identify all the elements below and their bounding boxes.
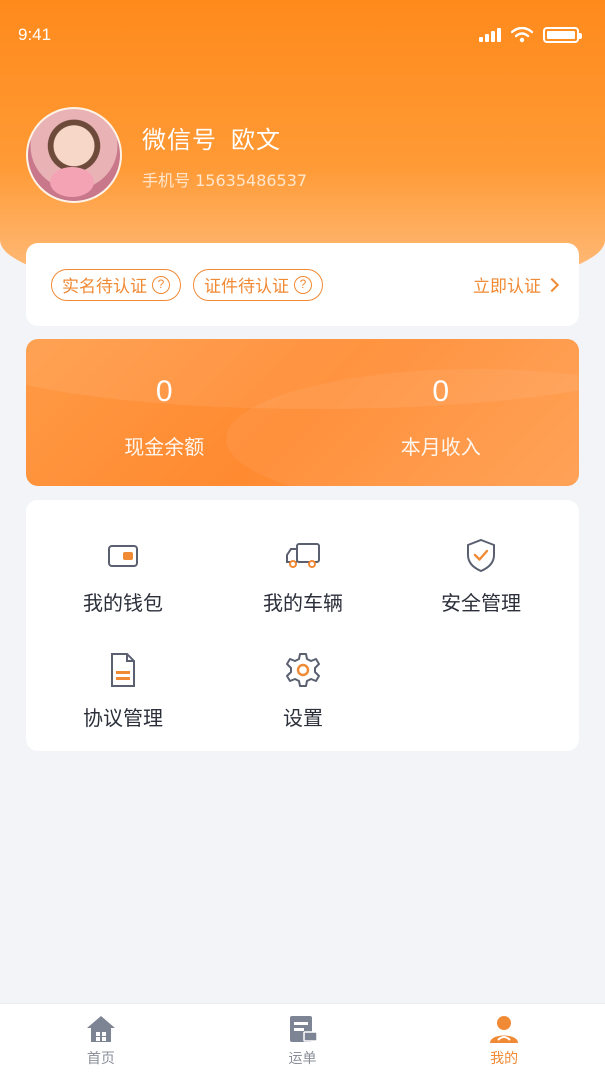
menu-label: 安全管理	[441, 591, 521, 615]
shield-icon	[467, 538, 495, 573]
tab-waybill[interactable]: 运单	[202, 1004, 404, 1078]
menu-label: 我的钱包	[83, 591, 163, 615]
avatar[interactable]	[26, 107, 122, 203]
menu-label: 设置	[283, 706, 323, 730]
monthly-income-label: 本月收入	[400, 435, 481, 459]
tab-label: 运单	[288, 1051, 317, 1067]
profile-text: 微信号 欧文 手机号 15635486537	[142, 120, 307, 191]
verify-now-label: 立即认证	[473, 277, 541, 297]
home-icon	[86, 1016, 115, 1042]
tab-mine[interactable]: 我的	[403, 1004, 605, 1078]
menu-label: 协议管理	[83, 706, 163, 730]
menu-label: 我的车辆	[263, 591, 343, 615]
tag-label: 实名待认证	[62, 277, 147, 297]
tab-bar: 首页 运单 我的	[0, 1003, 605, 1078]
tag-realname-pending[interactable]: 实名待认证 ?	[51, 268, 181, 301]
tag-label: 证件待认证	[204, 277, 289, 297]
nickname-row: 微信号 欧文	[142, 120, 307, 155]
monthly-income[interactable]: 0 本月收入	[303, 339, 580, 486]
gear-icon	[286, 653, 320, 687]
monthly-income-value: 0	[432, 375, 450, 408]
tab-label: 我的	[490, 1051, 519, 1067]
help-icon: ?	[152, 275, 170, 294]
chevron-right-icon	[544, 277, 560, 292]
phone-value: 15635486537	[195, 170, 308, 190]
verify-now-link[interactable]: 立即认证	[473, 272, 560, 297]
cash-balance-value: 0	[155, 375, 173, 408]
wifi-icon	[511, 27, 533, 43]
status-time: 9:41	[18, 25, 52, 44]
cash-balance[interactable]: 0 现金余额	[26, 339, 303, 486]
tag-certificate-pending[interactable]: 证件待认证 ?	[193, 268, 323, 301]
nickname-value: 欧文	[231, 125, 281, 154]
user-icon	[490, 1016, 519, 1043]
truck-icon	[286, 543, 320, 568]
menu-item-settings[interactable]: 设置	[233, 650, 373, 731]
phone-row: 手机号 15635486537	[142, 167, 307, 191]
menu-card: 我的钱包 我的车辆 安全管理 协议管理 设置	[26, 500, 579, 751]
waybill-icon	[289, 1016, 318, 1042]
document-icon	[111, 653, 135, 687]
profile: 微信号 欧文 手机号 15635486537	[26, 107, 307, 203]
wallet-icon	[108, 545, 138, 567]
balance-card: 0 现金余额 0 本月收入	[26, 339, 579, 486]
verify-card: 实名待认证 ? 证件待认证 ? 立即认证	[26, 243, 579, 326]
status-bar: 9:41	[0, 0, 605, 70]
menu-item-vehicle[interactable]: 我的车辆	[233, 535, 373, 616]
signal-icon	[479, 28, 501, 42]
nickname-label: 微信号	[142, 125, 217, 154]
status-icons	[479, 27, 582, 43]
help-icon: ?	[294, 275, 312, 294]
tab-label: 首页	[86, 1051, 115, 1067]
phone-label: 手机号	[142, 170, 191, 190]
battery-icon	[543, 27, 582, 43]
menu-item-agreement[interactable]: 协议管理	[53, 650, 193, 731]
menu-item-security[interactable]: 安全管理	[411, 535, 551, 616]
menu-item-wallet[interactable]: 我的钱包	[53, 535, 193, 616]
cash-balance-label: 现金余额	[124, 435, 205, 459]
tab-home[interactable]: 首页	[0, 1004, 202, 1078]
